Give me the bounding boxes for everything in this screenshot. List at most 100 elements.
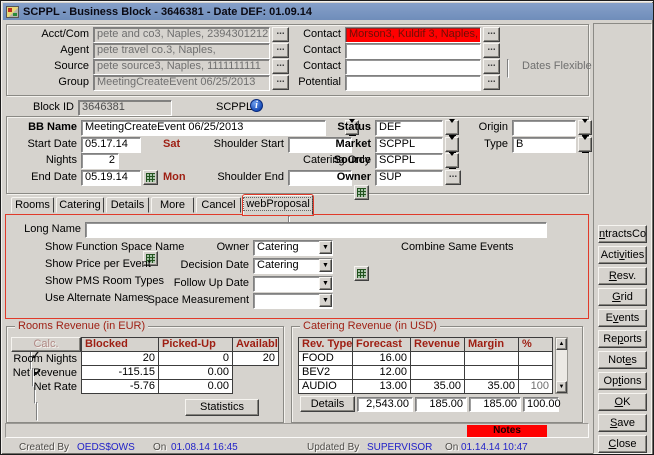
tab-catering[interactable]: Catering — [56, 197, 104, 213]
potential-field[interactable] — [345, 75, 481, 91]
rooms-col-available: Available — [233, 337, 279, 352]
owner-field[interactable]: SUP — [375, 170, 443, 186]
grid-button[interactable]: Grid — [598, 288, 647, 306]
business-block-window: SCPPL - Business Block - 3646381 - Date … — [0, 0, 654, 455]
total-revenue: 185.00 — [415, 397, 467, 412]
contact3-lookup-button[interactable]: ... — [483, 59, 500, 74]
source-lov-button[interactable] — [445, 153, 459, 168]
contact2-field[interactable] — [345, 43, 481, 59]
options-button[interactable]: Options — [598, 372, 647, 390]
notes-button[interactable]: Notes — [598, 351, 647, 369]
rooms-cell: -5.76 — [81, 380, 159, 394]
show-price-per-event-label: Show Price per Event — [45, 257, 151, 272]
group-lookup-button[interactable]: ... — [272, 75, 289, 90]
acct-com-field[interactable]: pete and co3, Naples, 2394301212 — [93, 27, 270, 43]
cat-cell: 100 — [519, 380, 553, 394]
cat-col-pct: % — [519, 337, 553, 352]
contact3-label: Contact — [291, 59, 341, 74]
long-name-field[interactable] — [85, 222, 547, 238]
rooms-cell-empty — [233, 380, 279, 394]
type-label: Type — [456, 137, 508, 152]
owner-lookup-button[interactable]: ... — [445, 170, 461, 185]
decision-date-dropdown-icon[interactable]: ▼ — [319, 259, 332, 272]
close-button[interactable]: Close — [598, 435, 647, 453]
use-alternate-names-label: Use Alternate Names — [45, 291, 149, 306]
updated-on-label: On — [445, 440, 458, 455]
type-lov-button[interactable] — [578, 137, 592, 152]
info-icon[interactable]: i — [250, 99, 263, 112]
created-by-value: OEDS$OWS — [77, 440, 135, 455]
cat-cell — [411, 366, 465, 380]
contact1-lookup-button[interactable]: ... — [483, 27, 500, 42]
end-date-day: Mon — [163, 170, 186, 185]
source-label: Source — [9, 59, 89, 74]
rooms-revenue-title: Rooms Revenue (in EUR) — [15, 320, 148, 332]
source-lookup-button[interactable]: ... — [272, 59, 289, 74]
agent-lookup-button[interactable]: ... — [272, 43, 289, 58]
title-bar[interactable]: SCPPL - Business Block - 3646381 - Date … — [3, 3, 653, 20]
cat-cell — [465, 352, 519, 366]
nights-field[interactable]: 2 — [81, 153, 119, 169]
tab-webproposal[interactable]: webProposal — [243, 195, 313, 215]
bb-name-field[interactable]: MeetingCreateEvent 06/25/2013 — [81, 120, 326, 136]
ok-button[interactable]: OK — [598, 393, 647, 411]
end-date-field[interactable]: 05.19.14 — [81, 170, 141, 186]
status-label: Status — [311, 120, 371, 135]
cat-cell-rev-type[interactable]: BEV2 — [298, 366, 353, 380]
cat-cell-rev-type[interactable]: AUDIO — [298, 380, 353, 394]
cat-cell-rev-type[interactable]: FOOD — [298, 352, 353, 366]
shoulder-end-label: Shoulder End — [201, 170, 284, 185]
contracts-button[interactable]: ntractsCo — [598, 225, 647, 243]
save-button[interactable]: Save — [598, 414, 647, 432]
follow-up-date-dropdown-icon[interactable]: ▼ — [319, 277, 332, 290]
tab-cancel[interactable]: Cancel — [196, 197, 241, 213]
contact2-lookup-button[interactable]: ... — [483, 43, 500, 58]
agent-field[interactable]: pete travel co.3, Naples, — [93, 43, 270, 59]
rooms-cell: 0.00 — [159, 380, 233, 394]
total-forecast: 2,543.00 — [357, 397, 413, 412]
space-measurement-dropdown-icon[interactable]: ▼ — [319, 294, 332, 307]
cat-col-forecast: Forecast — [353, 337, 411, 352]
created-on-value: 01.08.14 16:45 — [171, 440, 238, 455]
block-id-field: 3646381 — [78, 100, 172, 116]
wp-owner-dropdown-icon[interactable]: ▼ — [319, 241, 332, 254]
tab-more[interactable]: More — [151, 197, 194, 213]
updated-by-label: Updated By — [307, 440, 359, 455]
origin-field[interactable] — [512, 120, 576, 136]
scroll-down-icon[interactable]: ▼ — [556, 381, 567, 393]
source-field[interactable]: pete source3, Naples, 1111111111 — [93, 59, 270, 75]
statistics-button[interactable]: Statistics — [185, 399, 259, 416]
tab-details[interactable]: Details — [106, 197, 149, 213]
rooms-cell: 20 — [81, 352, 159, 366]
contact3-field[interactable] — [345, 59, 481, 75]
market-field[interactable]: SCPPL — [375, 137, 443, 153]
start-date-calendar-icon[interactable] — [143, 170, 158, 185]
catering-table-scrollbar[interactable]: ▲ ▼ — [555, 337, 568, 394]
details-button[interactable]: Details — [300, 396, 355, 412]
end-date-label: End Date — [9, 170, 77, 185]
tab-rooms[interactable]: Rooms — [11, 197, 54, 213]
start-date-field[interactable]: 05.17.14 — [81, 137, 141, 153]
status-field[interactable]: DEF — [375, 120, 443, 136]
market-label: Market — [311, 137, 371, 152]
reports-button[interactable]: Reports — [598, 330, 647, 348]
resv-button[interactable]: Resv. — [598, 267, 647, 285]
acct-com-lookup-button[interactable]: ... — [272, 27, 289, 42]
potential-lookup-button[interactable]: ... — [483, 75, 500, 90]
dates-flexible-checkbox[interactable] — [507, 59, 509, 78]
property-code: SCPPL — [216, 100, 252, 115]
type-field[interactable]: B — [512, 137, 576, 153]
contact2-label: Contact — [291, 43, 341, 58]
scroll-up-icon[interactable]: ▲ — [556, 338, 567, 350]
activities-button[interactable]: Activities — [598, 246, 647, 264]
source-code-label: Source — [311, 153, 371, 168]
group-field[interactable]: MeetingCreateEvent 06/25/2013 — [93, 75, 270, 91]
origin-lov-button[interactable] — [578, 120, 592, 135]
group-label: Group — [9, 75, 89, 90]
source-code-field[interactable]: SCPPL — [375, 153, 443, 169]
window-title: SCPPL - Business Block - 3646381 - Date … — [23, 6, 312, 18]
contact1-field[interactable]: Morson3, Kuldif 3, Naples, 2334448555 — [345, 27, 481, 43]
events-button[interactable]: Events — [598, 309, 647, 327]
shoulder-start-calendar-icon[interactable] — [354, 185, 369, 200]
calc-button[interactable]: Calc. — [11, 337, 81, 352]
